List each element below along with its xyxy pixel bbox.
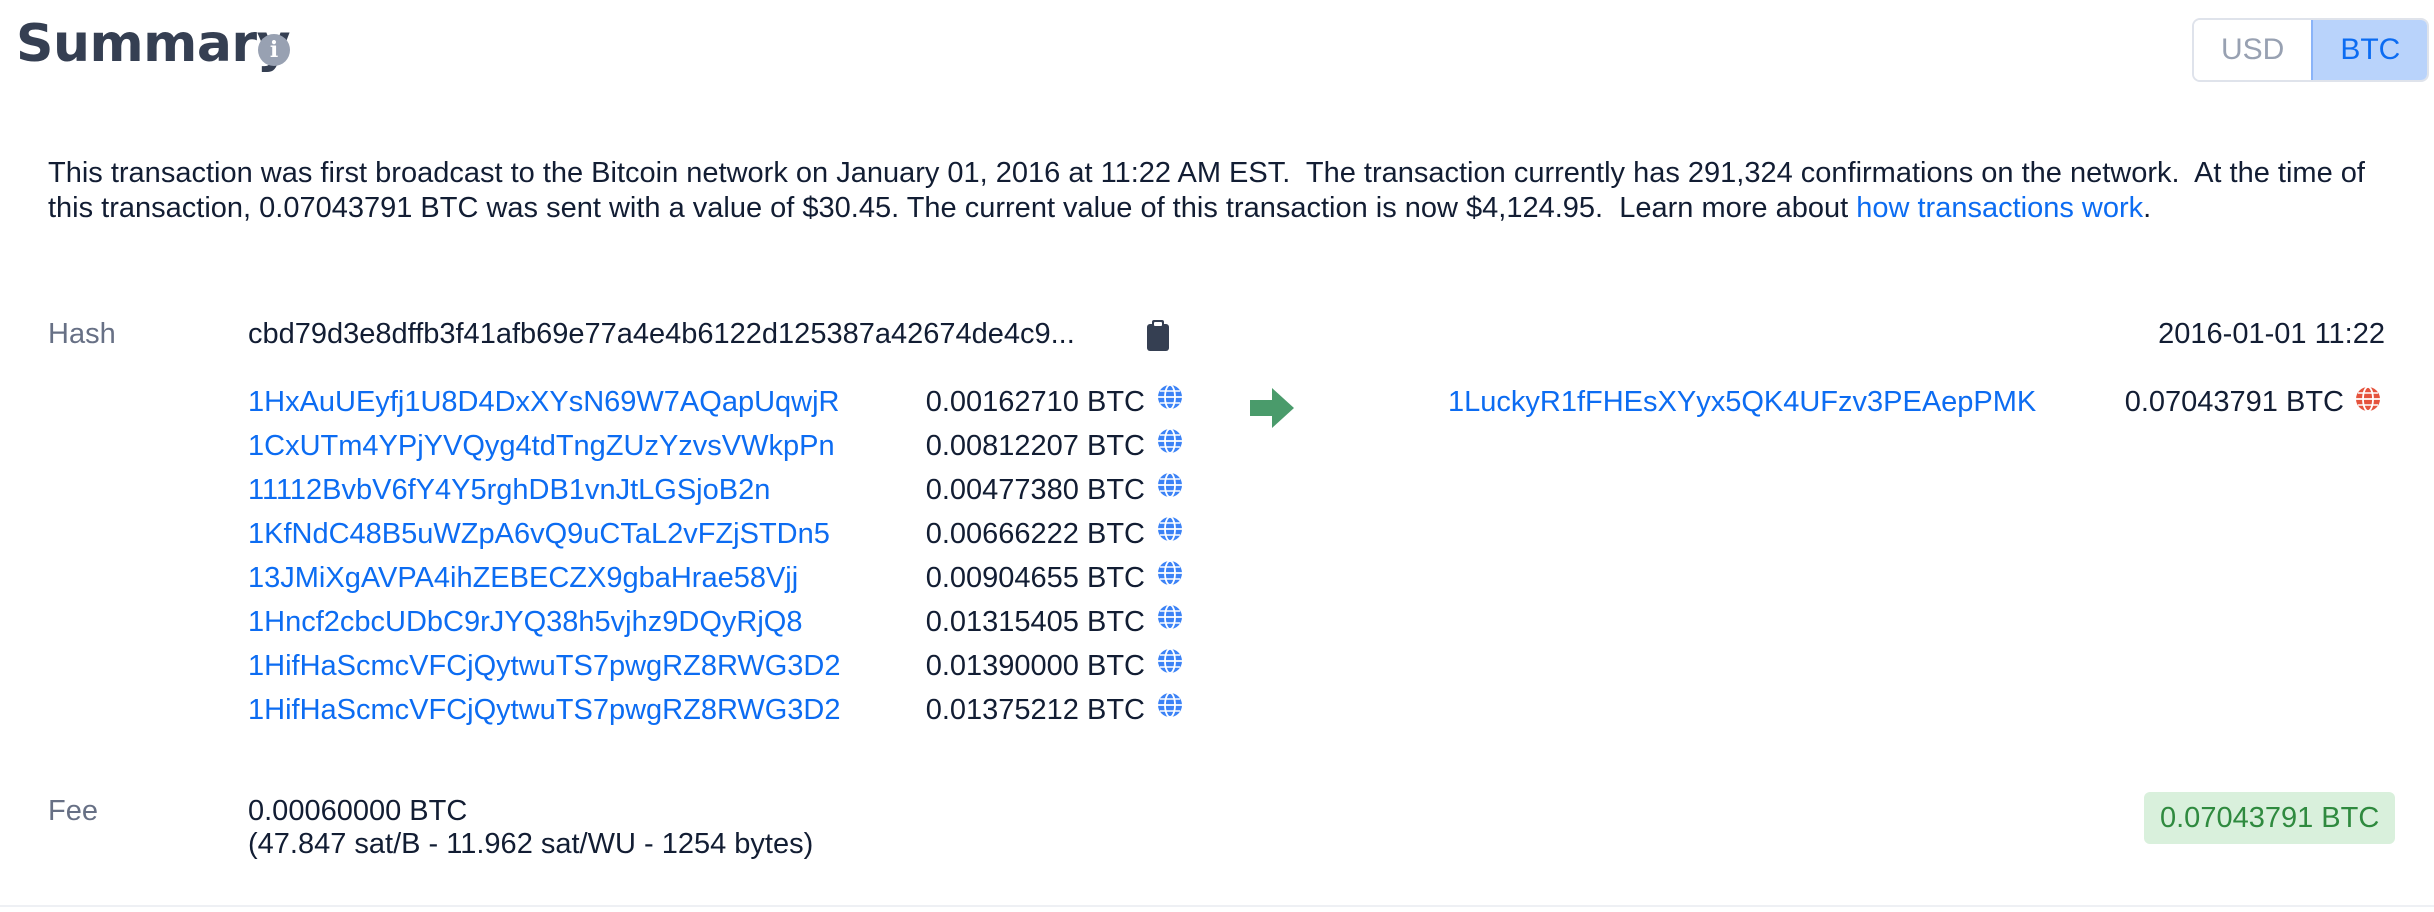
transaction-description: This transaction was first broadcast to … bbox=[48, 156, 2388, 226]
total-amount-badge: 0.07043791 BTC bbox=[2144, 792, 2396, 844]
input-amount: 0.00666222 BTC bbox=[925, 518, 1145, 550]
fee-detail: (47.847 sat/B - 11.962 sat/WU - 1254 byt… bbox=[248, 828, 814, 860]
input-amount: 0.00812207 BTC bbox=[925, 430, 1145, 462]
input-amount: 0.01390000 BTC bbox=[925, 650, 1145, 682]
globe-icon-spent[interactable] bbox=[2355, 386, 2381, 417]
transaction-timestamp: 2016-01-01 11:22 bbox=[2158, 318, 2385, 350]
divider bbox=[0, 905, 2434, 907]
input-address[interactable]: 13JMiXgAVPA4ihZEBECZX9gbaHrae58Vjj bbox=[248, 562, 798, 595]
input-address[interactable]: 1HifHaScmcVFCjQytwuTS7pwgRZ8RWG3D2 bbox=[248, 694, 841, 727]
globe-icon[interactable] bbox=[1157, 604, 1183, 635]
input-amount: 0.01375212 BTC bbox=[925, 694, 1145, 726]
usd-button[interactable]: USD bbox=[2194, 20, 2312, 80]
input-address[interactable]: 1HifHaScmcVFCjQytwuTS7pwgRZ8RWG3D2 bbox=[248, 650, 841, 683]
input-address[interactable]: 1CxUTm4YPjYVQyg4tdTngZUzYzvsVWkpPn bbox=[248, 430, 835, 463]
output-amount: 0.07043791 BTC bbox=[2124, 386, 2344, 418]
input-address[interactable]: 1Hncf2cbcUDbC9rJYQ38h5vjhz9DQyRjQ8 bbox=[248, 606, 802, 639]
currency-toggle[interactable]: USD BTC bbox=[2192, 18, 2430, 82]
input-amount: 0.00904655 BTC bbox=[925, 562, 1145, 594]
input-address[interactable]: 1HxAuUEyfj1U8D4DxXYsN69W7AQapUqwjR bbox=[248, 386, 839, 419]
btc-button[interactable]: BTC bbox=[2311, 20, 2428, 80]
globe-icon[interactable] bbox=[1157, 648, 1183, 679]
hash-label: Hash bbox=[48, 318, 116, 350]
globe-icon[interactable] bbox=[1157, 428, 1183, 459]
how-transactions-work-link[interactable]: how transactions work bbox=[1856, 192, 2143, 224]
info-icon[interactable]: i bbox=[258, 34, 290, 66]
clipboard-icon[interactable] bbox=[1146, 320, 1170, 352]
input-address[interactable]: 1KfNdC48B5uWZpA6vQ9uCTaL2vFZjSTDn5 bbox=[248, 518, 830, 551]
fee-value: 0.00060000 BTC bbox=[248, 795, 468, 827]
input-amount: 0.00162710 BTC bbox=[925, 386, 1145, 418]
globe-icon[interactable] bbox=[1157, 692, 1183, 723]
globe-icon[interactable] bbox=[1157, 472, 1183, 503]
globe-icon[interactable] bbox=[1157, 516, 1183, 547]
input-amount: 0.01315405 BTC bbox=[925, 606, 1145, 638]
input-amount: 0.00477380 BTC bbox=[925, 474, 1145, 506]
hash-value[interactable]: cbd79d3e8dffb3f41afb69e77a4e4b6122d12538… bbox=[248, 318, 1075, 351]
input-address[interactable]: 11112BvbV6fY4Y5rghDB1vnJtLGSjoB2n bbox=[248, 474, 770, 507]
page-title: Summary bbox=[16, 14, 290, 74]
output-address[interactable]: 1LuckyR1fFHEsXYyx5QK4UFzv3PEAepPMK bbox=[1448, 386, 2036, 419]
globe-icon[interactable] bbox=[1157, 560, 1183, 591]
fee-label: Fee bbox=[48, 795, 98, 827]
arrow-right-icon bbox=[1250, 386, 1294, 430]
description-suffix: . bbox=[2143, 192, 2152, 224]
globe-icon[interactable] bbox=[1157, 384, 1183, 415]
